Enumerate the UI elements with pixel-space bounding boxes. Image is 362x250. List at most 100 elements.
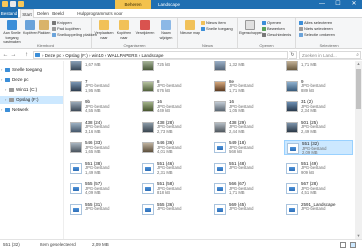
select-all-button[interactable]: Alles selecteren [299, 20, 332, 25]
file-size: 1,05 MB [229, 108, 245, 113]
address-row: ← → ↑ › Deze pc › Opslag (F:) › win10 › … [0, 50, 362, 60]
nav-item-drive-c[interactable]: › Win11 (C:) [0, 86, 63, 94]
folder-icon[interactable] [2, 1, 8, 7]
file-tile[interactable]: 555 (36) JPG-bestand [140, 202, 209, 217]
file-tile[interactable]: 546 (36) JPG-bestand 4,01 MB [140, 140, 209, 155]
new-folder-icon[interactable] [18, 1, 24, 7]
new-group: Nieuwe map Nieuw item Snelle toegang Nie… [178, 18, 238, 49]
refresh-button[interactable]: ↻ [289, 51, 297, 59]
chevron-right-icon[interactable]: › [5, 96, 6, 104]
close-button[interactable]: ✕ [346, 0, 362, 9]
file-tile[interactable]: 725 kB [140, 61, 209, 73]
search-input[interactable]: Zoeken in Land... ⌕ [299, 51, 361, 59]
maximize-button[interactable]: ☐ [330, 0, 346, 9]
invert-selection-button[interactable]: Selectie omkeren [299, 32, 335, 37]
nav-item-quick-access[interactable]: › Snelle toegang [0, 66, 63, 74]
tab-beeld[interactable]: Beeld [51, 9, 65, 18]
tiles-view-icon[interactable] [350, 242, 356, 248]
file-tile[interactable]: 1,67 MB [68, 61, 137, 73]
file-tile[interactable]: 16 JPG-bestand 449 kB [140, 99, 209, 114]
window-title: Landscape [158, 2, 181, 7]
tab-delen[interactable]: Delen [36, 9, 50, 18]
file-tile[interactable]: 1,71 MB [284, 61, 353, 73]
image-thumbnail [70, 142, 82, 153]
file-tile[interactable]: 8e JPG-bestand 1,71 MB [212, 79, 281, 94]
properties-icon[interactable] [10, 1, 16, 7]
properties-button[interactable]: Eigenschappen [239, 20, 262, 36]
breadcrumb[interactable]: › Deze pc › Opslag (F:) › win10 › WALLPA… [42, 53, 164, 58]
copy-button[interactable]: Kopiëren [23, 20, 37, 36]
vertical-scrollbar[interactable]: ▲ ▼ [355, 61, 362, 239]
file-tile[interactable]: 551 (58) JPG-bestand 818 kB [140, 181, 209, 196]
file-tile[interactable]: 1,32 MB [212, 61, 281, 73]
file-size: 725 kB [157, 62, 171, 67]
new-item-button[interactable]: Nieuw item [201, 20, 226, 25]
nav-item-drive-f[interactable]: › Opslag (F:) [0, 96, 63, 104]
select-none-button[interactable]: Niets selecteren [299, 26, 333, 31]
copy-path-button[interactable]: Pad kopiëren [52, 26, 81, 31]
copy-to-button[interactable]: Kopiëren naar [114, 20, 134, 40]
paste-button[interactable]: Plakken [37, 20, 51, 36]
move-to-button[interactable]: Verplaatsen naar [94, 20, 114, 40]
file-tile[interactable]: 16 JPG-bestand 1,05 MB [212, 99, 281, 114]
pin-icon [7, 20, 17, 30]
chevron-right-icon[interactable]: › [1, 66, 2, 74]
image-thumbnail [70, 80, 82, 92]
image-thumbnail [286, 80, 298, 92]
file-tile[interactable]: 9b JPG-bestand 4,55 MB [68, 99, 137, 114]
scrollbar-thumb[interactable] [356, 69, 361, 109]
chevron-right-icon[interactable]: › [1, 106, 2, 114]
new-folder-button[interactable]: Nieuwe map [180, 20, 200, 36]
file-tile[interactable]: 438 (24) JPG-bestand 3,16 MB [68, 120, 137, 135]
file-tile[interactable]: 569 (45) JPG-bestand [212, 202, 281, 217]
forward-button[interactable]: → [10, 51, 17, 59]
file-tile[interactable]: 567 (28) JPG-bestand 4,51 MB [284, 181, 353, 196]
file-tile[interactable]: 551 (38) JPG-bestand 1,49 MB [68, 161, 137, 176]
file-tile[interactable]: 551 (49) JPG-bestand 909 kB [284, 161, 353, 176]
file-tile[interactable]: 555 (57) JPG-bestand 4,09 MB [68, 181, 137, 196]
easy-access-button[interactable]: Snelle toegang [201, 26, 233, 31]
file-tile[interactable]: 2591_Landscape JPG-bestand [284, 202, 353, 217]
nav-item-network[interactable]: › Netwerk [0, 106, 63, 114]
file-tile[interactable]: 438 (28) JPG-bestand 2,73 MB [140, 120, 209, 135]
file-tile[interactable]: 551 (46) JPG-bestand 2,31 MB [140, 161, 209, 176]
back-button[interactable]: ← [2, 51, 9, 59]
file-tile[interactable]: 555 (31) JPG-bestand [68, 202, 137, 217]
file-tile[interactable]: 546 (33) JPG-bestand 1,65 MB [68, 140, 137, 155]
rename-button[interactable]: Naam wijzigen [156, 20, 176, 40]
file-tile[interactable]: 9 JPG-bestand 889 kB [284, 79, 353, 94]
file-tile[interactable]: 549 (18) JPG-bestand 568 kB [212, 140, 281, 155]
cut-button[interactable]: Knippen [52, 20, 72, 25]
open-button[interactable]: Openen [262, 20, 281, 25]
file-tile[interactable]: 438 (29) JPG-bestand 2,44 MB [212, 120, 281, 135]
minimize-button[interactable]: — [314, 0, 330, 9]
open-group: Eigenschappen Openen Bewerken Geschieden… [238, 18, 296, 49]
scroll-up-icon[interactable]: ▲ [355, 61, 362, 67]
edit-button[interactable]: Bewerken [262, 26, 285, 31]
tab-image-tools[interactable]: Hulpprogramma's voor afbeeldingen [66, 9, 134, 25]
chevron-right-icon[interactable]: › [5, 86, 6, 94]
file-tile[interactable]: 566 (67) JPG-bestand 1,71 MB [212, 181, 281, 196]
file-tile[interactable]: 551 (48) JPG-bestand [212, 161, 281, 176]
tab-start[interactable]: Start [20, 9, 34, 18]
delete-button[interactable]: Verwijderen [134, 20, 156, 36]
file-size: 1,71 MB [301, 62, 317, 67]
nav-item-this-pc[interactable]: › Deze pc [0, 76, 63, 84]
address-bar[interactable]: › Deze pc › Opslag (F:) › win10 › WALLPA… [33, 51, 288, 59]
chevron-down-icon[interactable]: › [1, 76, 2, 84]
file-tile[interactable]: 551 (32) JPG-bestand 2,09 MB [284, 140, 353, 155]
star-icon [5, 68, 10, 72]
pin-button[interactable]: Aan Snelle toegang vastmaken [1, 20, 23, 45]
paste-shortcut-button[interactable]: Snelkoppeling plakken [52, 32, 97, 37]
up-button[interactable]: ↑ [23, 51, 30, 59]
file-tile[interactable]: 7 JPG-bestand 1,95 MB [68, 79, 137, 94]
file-type: JPG-bestand [85, 206, 110, 211]
history-button[interactable]: Geschiedenis [262, 32, 291, 37]
tab-bestand[interactable]: Bestand [0, 9, 18, 18]
details-view-icon[interactable] [340, 242, 346, 248]
file-size: 2,44 MB [229, 128, 245, 134]
file-tile[interactable]: 8 JPG-bestand 676 kB [140, 79, 209, 94]
file-tile[interactable]: 501 (25) JPG-bestand 2,49 MB [284, 120, 353, 135]
file-tile[interactable]: 31 (2) JPG-bestand 2,34 MB [284, 99, 353, 114]
file-size: 2,09 MB [302, 150, 318, 155]
